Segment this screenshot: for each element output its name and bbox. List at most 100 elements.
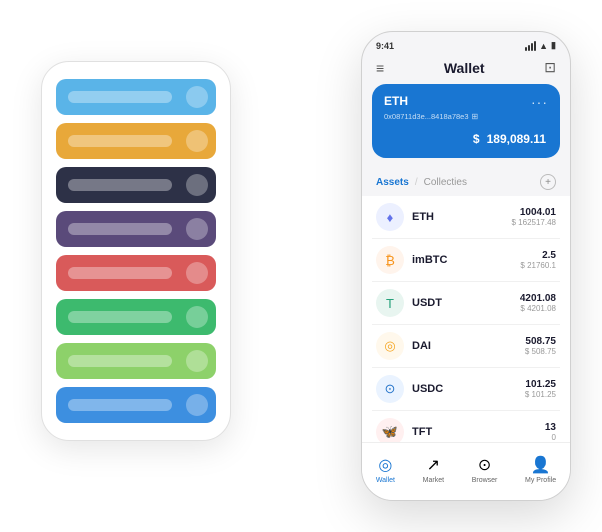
bg-phone xyxy=(41,61,231,441)
asset-amount-primary: 4201.08 xyxy=(520,293,556,304)
asset-amount-secondary: $ 21760.1 xyxy=(520,261,556,270)
nav-item-my-profile[interactable]: 👤 My Profile xyxy=(525,455,556,484)
card-row-text-placeholder xyxy=(68,355,172,367)
asset-symbol: USDC xyxy=(412,383,517,395)
card-row xyxy=(56,167,216,203)
card-row-icon xyxy=(186,350,208,372)
tab-collecties[interactable]: Collecties xyxy=(424,177,467,188)
asset-amount-primary: 2.5 xyxy=(520,250,556,261)
nav-label-market: Market xyxy=(423,477,444,484)
eth-balance-symbol: $ xyxy=(473,132,480,146)
asset-symbol: DAI xyxy=(412,340,517,352)
scene: 9:41 ▲ ▮ ≡ Wallet ⊡ ETH ··· xyxy=(21,21,581,511)
eth-address-text: 0x08711d3e...8418a78e3 xyxy=(384,112,469,121)
asset-amounts: 101.25$ 101.25 xyxy=(525,379,556,399)
card-row xyxy=(56,255,216,291)
eth-address: 0x08711d3e...8418a78e3 ⊞ xyxy=(384,112,548,121)
asset-amount-secondary: $ 162517.48 xyxy=(512,218,557,227)
assets-tabs: Assets / Collecties xyxy=(376,177,467,188)
asset-amount-primary: 508.75 xyxy=(525,336,556,347)
eth-card-header: ETH ··· xyxy=(384,94,548,110)
card-row-text-placeholder xyxy=(68,399,172,411)
card-row-text-placeholder xyxy=(68,223,172,235)
asset-symbol: ETH xyxy=(412,211,504,223)
eth-dots-menu[interactable]: ··· xyxy=(531,94,548,110)
nav-label-browser: Browser xyxy=(472,477,498,484)
browser-icon: ⊙ xyxy=(478,455,491,475)
asset-amount-secondary: $ 4201.08 xyxy=(520,304,556,313)
card-row xyxy=(56,211,216,247)
asset-item[interactable]: ⊙ USDC 101.25$ 101.25 xyxy=(372,368,560,411)
card-row-icon xyxy=(186,394,208,416)
asset-amount-primary: 101.25 xyxy=(525,379,556,390)
nav-label-my-profile: My Profile xyxy=(525,477,556,484)
asset-amounts: 130 xyxy=(545,422,556,442)
asset-item[interactable]: ♦ ETH 1004.01$ 162517.48 xyxy=(372,196,560,239)
asset-symbol: USDT xyxy=(412,297,512,309)
eth-card[interactable]: ETH ··· 0x08711d3e...8418a78e3 ⊞ $ 189,0… xyxy=(372,84,560,158)
status-bar: 9:41 ▲ ▮ xyxy=(362,32,570,55)
asset-amount-primary: 1004.01 xyxy=(512,207,557,218)
tab-separator: / xyxy=(415,177,418,188)
menu-icon[interactable]: ≡ xyxy=(376,60,384,76)
card-row xyxy=(56,387,216,423)
card-row xyxy=(56,123,216,159)
card-row-icon xyxy=(186,262,208,284)
phone-header: ≡ Wallet ⊡ xyxy=(362,55,570,84)
card-row-text-placeholder xyxy=(68,267,172,279)
card-row-text-placeholder xyxy=(68,311,172,323)
nav-item-browser[interactable]: ⊙ Browser xyxy=(472,455,498,484)
card-row xyxy=(56,299,216,335)
card-row xyxy=(56,343,216,379)
asset-amount-secondary: $ 101.25 xyxy=(525,390,556,399)
battery-icon: ▮ xyxy=(551,40,556,51)
asset-amount-primary: 13 xyxy=(545,422,556,433)
tab-assets[interactable]: Assets xyxy=(376,177,409,188)
eth-label: ETH xyxy=(384,94,408,108)
asset-item[interactable]: ◎ DAI 508.75$ 508.75 xyxy=(372,325,560,368)
bottom-nav: ◎ Wallet ↗ Market ⊙ Browser 👤 My Profile xyxy=(362,442,570,500)
card-row-icon xyxy=(186,130,208,152)
asset-icon: ₿ xyxy=(376,246,404,274)
card-row-text-placeholder xyxy=(68,91,172,103)
asset-amount-secondary: $ 508.75 xyxy=(525,347,556,356)
nav-item-market[interactable]: ↗ Market xyxy=(423,455,444,484)
wallet-icon: ◎ xyxy=(378,455,392,475)
status-icons: ▲ ▮ xyxy=(525,40,556,51)
add-asset-button[interactable]: + xyxy=(540,174,556,190)
card-row-icon xyxy=(186,306,208,328)
fg-phone: 9:41 ▲ ▮ ≡ Wallet ⊡ ETH ··· xyxy=(361,31,571,501)
header-title: Wallet xyxy=(444,60,485,76)
nav-label-wallet: Wallet xyxy=(376,477,395,484)
assets-header: Assets / Collecties + xyxy=(362,168,570,196)
asset-icon: ♦ xyxy=(376,203,404,231)
nav-item-wallet[interactable]: ◎ Wallet xyxy=(376,455,395,484)
eth-balance-amount: 189,089.11 xyxy=(487,132,546,146)
copy-icon[interactable]: ⊞ xyxy=(472,112,479,121)
asset-symbol: TFT xyxy=(412,426,537,438)
profile-icon: 👤 xyxy=(531,455,551,475)
asset-item[interactable]: T USDT 4201.08$ 4201.08 xyxy=(372,282,560,325)
asset-amounts: 1004.01$ 162517.48 xyxy=(512,207,557,227)
asset-icon: ◎ xyxy=(376,332,404,360)
market-icon: ↗ xyxy=(427,455,440,475)
eth-balance: $ 189,089.11 xyxy=(384,127,548,148)
asset-amount-secondary: 0 xyxy=(545,433,556,442)
asset-amounts: 4201.08$ 4201.08 xyxy=(520,293,556,313)
asset-symbol: imBTC xyxy=(412,254,512,266)
asset-icon: ⊙ xyxy=(376,375,404,403)
asset-item[interactable]: ₿ imBTC 2.5$ 21760.1 xyxy=(372,239,560,282)
asset-list: ♦ ETH 1004.01$ 162517.48 ₿ imBTC 2.5$ 21760.1… xyxy=(362,196,570,454)
card-row-icon xyxy=(186,86,208,108)
asset-amounts: 2.5$ 21760.1 xyxy=(520,250,556,270)
wifi-icon: ▲ xyxy=(539,41,548,51)
card-row-text-placeholder xyxy=(68,135,172,147)
card-row xyxy=(56,79,216,115)
card-row-icon xyxy=(186,174,208,196)
signal-icon xyxy=(525,41,536,51)
asset-amounts: 508.75$ 508.75 xyxy=(525,336,556,356)
asset-icon: T xyxy=(376,289,404,317)
card-row-text-placeholder xyxy=(68,179,172,191)
card-row-icon xyxy=(186,218,208,240)
expand-icon[interactable]: ⊡ xyxy=(544,59,556,76)
